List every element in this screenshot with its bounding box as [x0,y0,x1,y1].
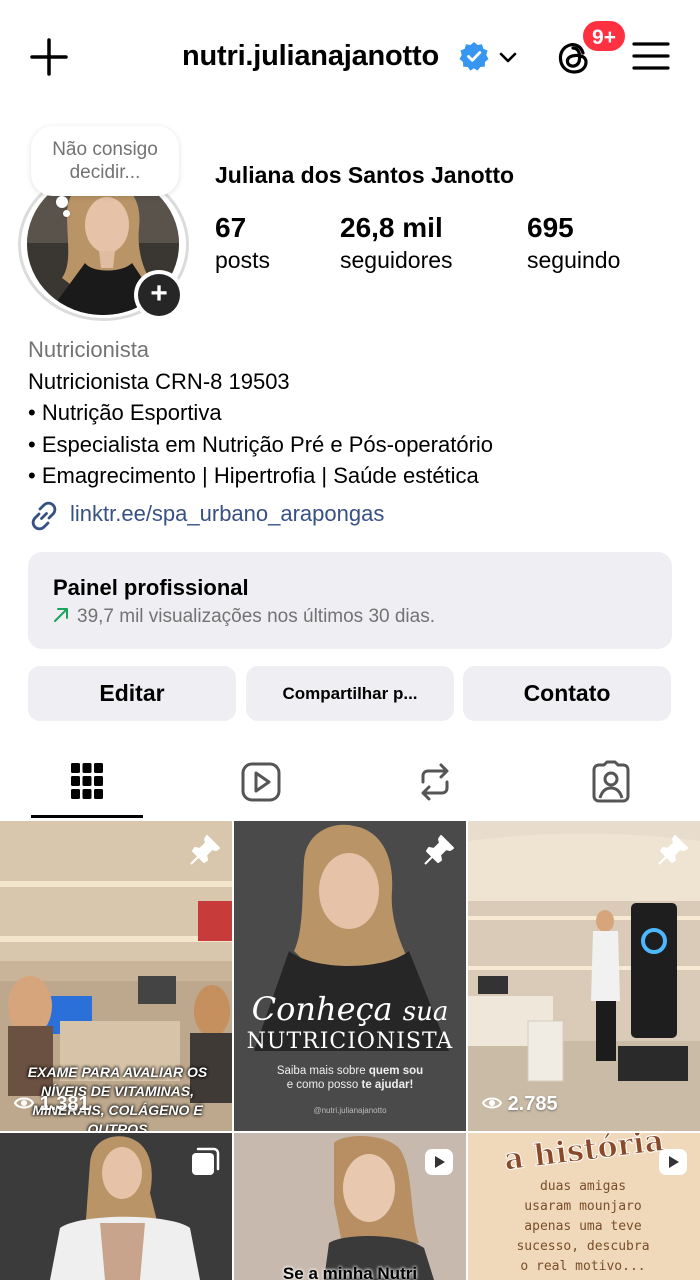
view-count-value: 1.381 [39,1093,90,1115]
notification-badge[interactable]: 9+ [581,19,627,53]
post-tile[interactable] [0,1133,232,1280]
post-tile[interactable]: Se a minha Nutri [234,1133,466,1280]
link-icon [31,501,57,531]
bio-line: • Especialista em Nutrição Pré e Pós-ope… [28,431,494,457]
edit-profile-button[interactable]: Editar [28,666,236,721]
dashboard-views: 39,7 mil visualizações nos últimos 30 di… [77,606,436,627]
contact-button[interactable]: Contato [463,666,671,721]
reel-icon [425,1149,453,1175]
carousel-icon [192,1147,220,1175]
post-tile[interactable]: 2.785 [468,821,700,1131]
stat-value: 26,8 mil [340,212,443,243]
reel-icon [659,1149,687,1175]
reels-icon[interactable] [241,760,281,804]
create-icon[interactable] [28,36,70,78]
post-title: Conheça sua [251,990,449,1028]
professional-dashboard[interactable]: Painel profissional 39,7 mil visualizaçõ… [28,552,672,649]
profile-note[interactable]: Não consigo decidir... [31,126,179,196]
pin-icon [424,835,454,865]
bio-line: • Emagrecimento | Hipertrofia | Saúde es… [28,463,479,488]
view-count: 2.785 [481,1093,558,1116]
stat-value: 67 [215,212,247,243]
grid-icon[interactable] [67,760,107,804]
post-tile[interactable]: EXAME PARA AVALIAR OS NÍVEIS DE VITAMINA… [0,821,232,1131]
post-body-text: duas amigas usaram mounjaro apenas uma t… [516,1179,650,1274]
active-tab-indicator [31,815,143,818]
plus-icon: + [138,274,180,316]
bio-line: • Nutrição Esportiva [28,400,222,425]
reposts-icon[interactable] [415,760,455,804]
stat-posts[interactable]: 67 posts [215,212,270,276]
post-overlay-text: Se a minha Nutri [282,1264,418,1280]
eye-icon [13,1097,35,1109]
note-bubble-dot [63,210,70,217]
pin-icon [658,835,688,865]
post-thumbnail [468,821,700,1131]
stat-following[interactable]: 695 seguindo [527,212,620,276]
tagged-icon[interactable] [591,760,631,804]
stat-value: 695 [527,212,574,243]
share-profile-button[interactable]: Compartilhar p... [246,666,454,721]
post-tile[interactable]: a história duas amigas usaram mounjaro a… [468,1133,700,1280]
verified-badge-icon [459,42,489,71]
eye-icon [481,1097,503,1109]
top-bar: nutri.julianajanotto 9+ [0,0,700,112]
stat-label: seguidores [340,247,453,273]
post-tile[interactable]: Conheça sua NUTRICIONISTA Saiba mais sob… [234,821,466,1131]
post-subtitle: Saiba mais sobre quem sou e como posso t… [276,1065,424,1091]
chevron-down-icon[interactable] [497,46,519,68]
hamburger-menu-icon[interactable] [632,38,670,74]
trend-up-icon [54,608,68,622]
dashboard-title: Painel profissional [53,575,249,600]
display-name: Juliana dos Santos Janotto [215,162,515,188]
account-username[interactable]: nutri.julianajanotto [182,40,439,73]
bio: Nutricionista Nutricionista CRN-8 19503 … [28,334,678,492]
pin-icon [190,835,220,865]
bio-line: Nutricionista CRN-8 19503 [28,368,290,394]
category-label: Nutricionista [28,337,150,362]
view-count: 1.381 [13,1093,90,1116]
post-handle: @nutri.julianajanotto [313,1106,387,1115]
stat-followers[interactable]: 26,8 mil seguidores [340,212,453,276]
add-story-button[interactable]: + [134,270,184,320]
view-count-value: 2.785 [507,1093,558,1115]
dashboard-subtitle: 39,7 mil visualizações nos últimos 30 di… [53,606,435,628]
stat-label: posts [215,247,270,273]
post-title: NUTRICIONISTA [246,1029,454,1054]
link-text: linktr.ee/spa_urbano_arapongas [70,501,385,526]
stat-label: seguindo [527,247,621,273]
note-bubble-dot [56,196,68,208]
